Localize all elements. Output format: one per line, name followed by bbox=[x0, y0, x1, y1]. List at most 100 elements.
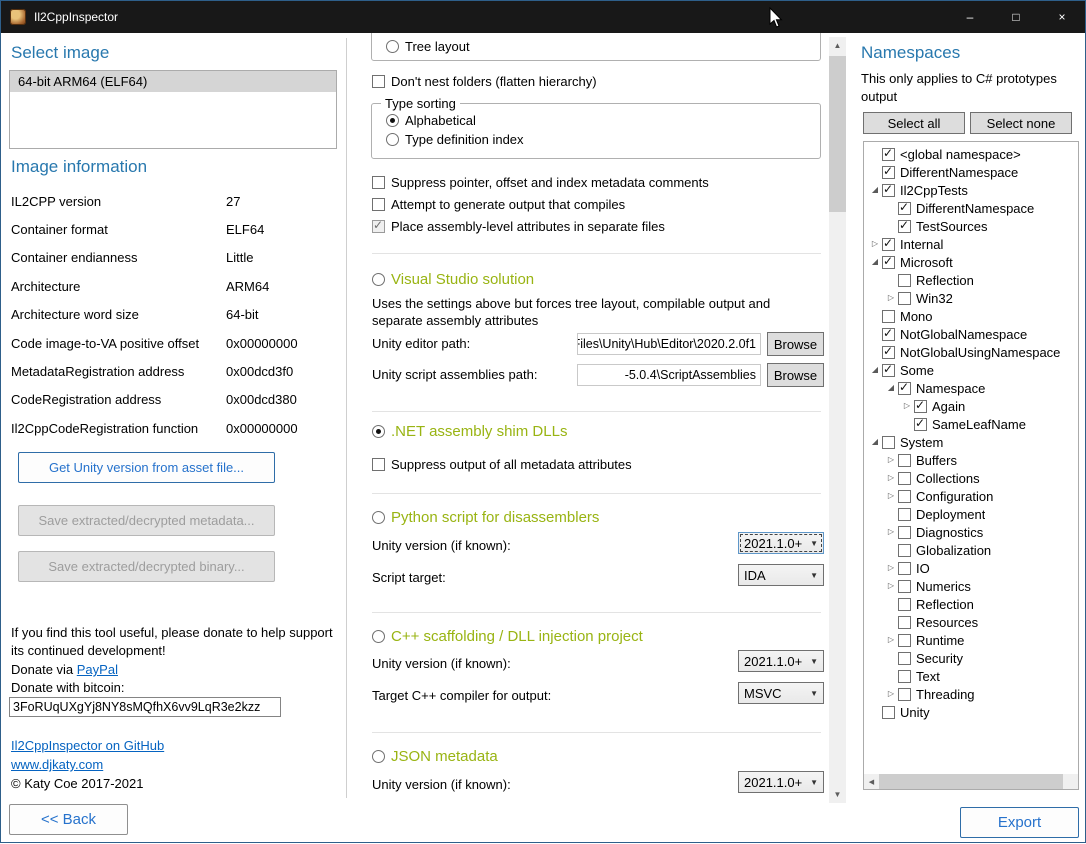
expander-collapsed-icon[interactable]: ▷ bbox=[884, 685, 898, 703]
namespace-tree-item[interactable]: ▷Numerics bbox=[864, 577, 1078, 595]
namespace-checkbox[interactable] bbox=[882, 310, 895, 323]
namespace-tree-item[interactable]: ▷IO bbox=[864, 559, 1078, 577]
browse-editor-path-button[interactable]: Browse bbox=[767, 332, 824, 356]
browse-assemblies-path-button[interactable]: Browse bbox=[767, 363, 824, 387]
suppress-metadata-attributes-checkbox[interactable] bbox=[372, 458, 385, 471]
expander-collapsed-icon[interactable]: ▷ bbox=[900, 397, 914, 415]
expander-expanded-icon[interactable]: ◢ bbox=[868, 433, 882, 451]
namespace-tree-item[interactable]: ▷Collections bbox=[864, 469, 1078, 487]
flatten-hierarchy-checkbox[interactable] bbox=[372, 75, 385, 88]
expander-expanded-icon[interactable]: ◢ bbox=[884, 379, 898, 397]
namespace-tree-item[interactable]: Deployment bbox=[864, 505, 1078, 523]
expander-collapsed-icon[interactable]: ▷ bbox=[884, 451, 898, 469]
namespace-tree-item[interactable]: <global namespace> bbox=[864, 145, 1078, 163]
namespace-checkbox[interactable] bbox=[898, 688, 911, 701]
scrollbar-thumb[interactable] bbox=[829, 56, 846, 212]
namespace-checkbox[interactable] bbox=[898, 508, 911, 521]
expander-collapsed-icon[interactable]: ▷ bbox=[884, 469, 898, 487]
maximize-icon[interactable]: □ bbox=[993, 1, 1039, 33]
namespace-tree-item[interactable]: ◢Il2CppTests bbox=[864, 181, 1078, 199]
namespace-tree-item[interactable]: ◢Microsoft bbox=[864, 253, 1078, 271]
namespace-checkbox[interactable] bbox=[898, 292, 911, 305]
namespace-checkbox[interactable] bbox=[882, 148, 895, 161]
python-unity-version-select[interactable]: 2021.1.0+ ▼ bbox=[738, 532, 824, 554]
namespace-tree-item[interactable]: Resources bbox=[864, 613, 1078, 631]
select-none-button[interactable]: Select none bbox=[970, 112, 1072, 134]
namespace-checkbox[interactable] bbox=[898, 472, 911, 485]
titlebar[interactable]: Il2CppInspector – □ × bbox=[1, 1, 1085, 33]
namespace-tree-item[interactable]: Globalization bbox=[864, 541, 1078, 559]
namespace-tree-item[interactable]: ▷Buffers bbox=[864, 451, 1078, 469]
back-button[interactable]: << Back bbox=[9, 804, 128, 835]
scroll-up-icon[interactable]: ▲ bbox=[829, 37, 846, 54]
namespace-checkbox[interactable] bbox=[898, 202, 911, 215]
cpp-unity-version-select[interactable]: 2021.1.0+ ▼ bbox=[738, 650, 824, 672]
namespace-tree-item[interactable]: DifferentNamespace bbox=[864, 199, 1078, 217]
namespace-tree-item[interactable]: Reflection bbox=[864, 271, 1078, 289]
namespace-checkbox[interactable] bbox=[882, 364, 895, 377]
cpp-scaffolding-radio[interactable] bbox=[372, 630, 385, 643]
namespace-checkbox[interactable] bbox=[898, 544, 911, 557]
expander-collapsed-icon[interactable]: ▷ bbox=[884, 559, 898, 577]
namespace-checkbox[interactable] bbox=[898, 220, 911, 233]
namespace-tree-item[interactable]: ▷Diagnostics bbox=[864, 523, 1078, 541]
scroll-left-icon[interactable]: ◀ bbox=[864, 774, 879, 789]
expander-collapsed-icon[interactable]: ▷ bbox=[868, 235, 882, 253]
unity-editor-path-input[interactable]: Files\Unity\Hub\Editor\2020.2.0f1 bbox=[577, 333, 761, 355]
separate-attributes-checkbox[interactable] bbox=[372, 220, 385, 233]
namespace-checkbox[interactable] bbox=[882, 256, 895, 269]
suppress-comments-checkbox[interactable] bbox=[372, 176, 385, 189]
expander-collapsed-icon[interactable]: ▷ bbox=[884, 289, 898, 307]
namespace-checkbox[interactable] bbox=[898, 598, 911, 611]
script-target-select[interactable]: IDA ▼ bbox=[738, 564, 824, 586]
alphabetical-radio[interactable] bbox=[386, 114, 399, 127]
compilable-output-checkbox[interactable] bbox=[372, 198, 385, 211]
save-binary-button[interactable]: Save extracted/decrypted binary... bbox=[18, 551, 275, 582]
json-unity-version-select[interactable]: 2021.1.0+ ▼ bbox=[738, 771, 824, 793]
namespace-tree-item[interactable]: SameLeafName bbox=[864, 415, 1078, 433]
minimize-icon[interactable]: – bbox=[947, 1, 993, 33]
namespace-tree-item[interactable]: Security bbox=[864, 649, 1078, 667]
namespace-tree-item[interactable]: ▷Configuration bbox=[864, 487, 1078, 505]
export-button[interactable]: Export bbox=[960, 807, 1079, 838]
expander-collapsed-icon[interactable]: ▷ bbox=[884, 523, 898, 541]
namespace-tree-item[interactable]: TestSources bbox=[864, 217, 1078, 235]
namespace-checkbox[interactable] bbox=[882, 328, 895, 341]
tree-layout-radio[interactable] bbox=[386, 40, 399, 53]
save-metadata-button[interactable]: Save extracted/decrypted metadata... bbox=[18, 505, 275, 536]
namespace-tree-item[interactable]: Unity bbox=[864, 703, 1078, 721]
vs-solution-radio[interactable] bbox=[372, 273, 385, 286]
scrollbar-thumb[interactable] bbox=[879, 774, 1063, 789]
github-link[interactable]: Il2CppInspector on GitHub bbox=[11, 738, 164, 753]
namespace-checkbox[interactable] bbox=[898, 580, 911, 593]
namespace-checkbox[interactable] bbox=[914, 418, 927, 431]
get-unity-version-button[interactable]: Get Unity version from asset file... bbox=[18, 452, 275, 483]
expander-collapsed-icon[interactable]: ▷ bbox=[884, 631, 898, 649]
tree-horizontal-scrollbar[interactable]: ◀ ▶ bbox=[864, 774, 1078, 789]
json-metadata-radio[interactable] bbox=[372, 750, 385, 763]
namespace-checkbox[interactable] bbox=[882, 706, 895, 719]
bitcoin-address-input[interactable] bbox=[9, 697, 281, 717]
expander-collapsed-icon[interactable]: ▷ bbox=[884, 487, 898, 505]
namespace-checkbox[interactable] bbox=[898, 274, 911, 287]
namespace-tree-item[interactable]: ◢Some bbox=[864, 361, 1078, 379]
python-script-radio[interactable] bbox=[372, 511, 385, 524]
namespace-tree-item[interactable]: NotGlobalUsingNamespace bbox=[864, 343, 1078, 361]
namespace-tree-item[interactable]: ▷Win32 bbox=[864, 289, 1078, 307]
namespace-checkbox[interactable] bbox=[898, 454, 911, 467]
expander-collapsed-icon[interactable]: ▷ bbox=[884, 577, 898, 595]
close-icon[interactable]: × bbox=[1039, 1, 1085, 33]
namespace-checkbox[interactable] bbox=[882, 346, 895, 359]
namespace-checkbox[interactable] bbox=[898, 562, 911, 575]
namespace-tree-item[interactable]: ▷Runtime bbox=[864, 631, 1078, 649]
namespace-checkbox[interactable] bbox=[898, 490, 911, 503]
namespace-tree-item[interactable]: NotGlobalNamespace bbox=[864, 325, 1078, 343]
namespace-checkbox[interactable] bbox=[882, 166, 895, 179]
expander-expanded-icon[interactable]: ◢ bbox=[868, 181, 882, 199]
namespace-tree-item[interactable]: ▷Threading bbox=[864, 685, 1078, 703]
namespace-tree-item[interactable]: ◢Namespace bbox=[864, 379, 1078, 397]
paypal-link[interactable]: PayPal bbox=[77, 662, 118, 677]
namespace-checkbox[interactable] bbox=[898, 670, 911, 683]
cpp-compiler-select[interactable]: MSVC ▼ bbox=[738, 682, 824, 704]
namespace-tree-item[interactable]: Reflection bbox=[864, 595, 1078, 613]
